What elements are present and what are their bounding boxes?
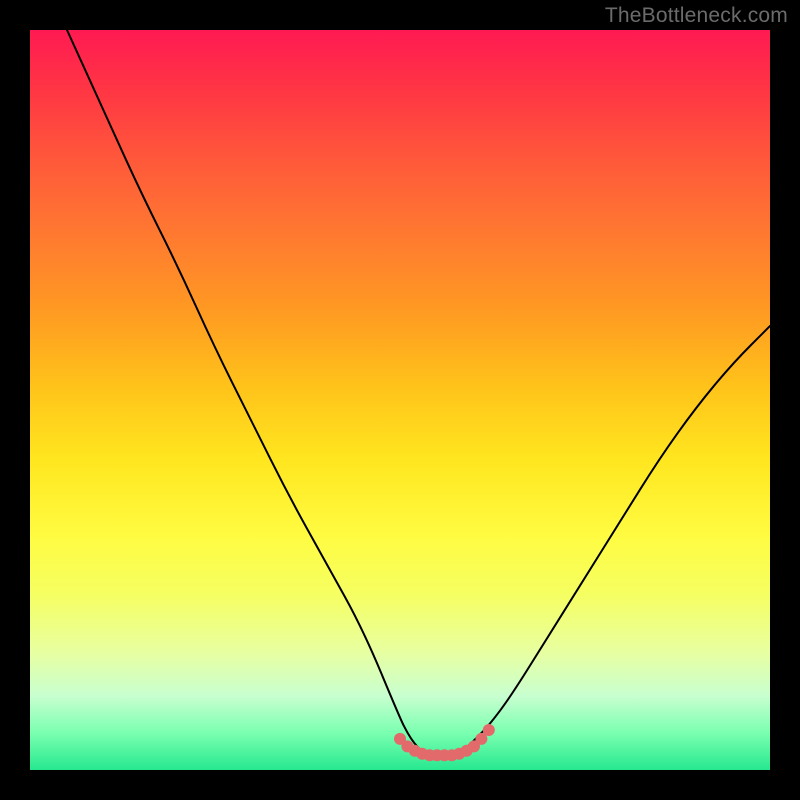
plot-area	[30, 30, 770, 770]
plot-svg	[30, 30, 770, 770]
bottleneck-curve	[67, 30, 770, 755]
trough-markers	[394, 724, 495, 761]
chart-frame: TheBottleneck.com	[0, 0, 800, 800]
watermark-text: TheBottleneck.com	[605, 4, 788, 28]
trough-marker	[483, 724, 495, 736]
